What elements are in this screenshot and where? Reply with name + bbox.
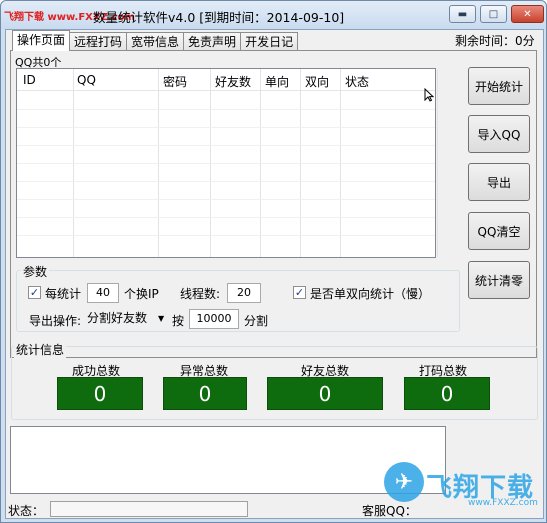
qq-table[interactable]: ID QQ 密码 好友数 单向 双向 状态	[16, 68, 438, 258]
maximize-button[interactable]: □	[480, 5, 507, 23]
title-bar: 飞翔下载 www.FXXZ.com 数量统计软件v4.0 [到期时间：2014-…	[1, 1, 546, 29]
captcha-total-value: 0	[404, 377, 490, 410]
watermark-url: www.FXXZ.com	[468, 498, 538, 508]
switch-ip-label: 个换IP	[124, 287, 159, 301]
single-double-checkbox[interactable]: ✓	[293, 286, 306, 299]
clear-stats-button[interactable]: 统计清零	[468, 261, 530, 299]
col-header-qq[interactable]: QQ	[77, 73, 96, 87]
col-header-two-way[interactable]: 双向	[305, 73, 329, 90]
checkmark-icon: ✓	[29, 286, 40, 299]
status-label: 状态：	[8, 504, 45, 518]
per-count-input[interactable]: 40	[87, 283, 119, 303]
row-divider	[17, 217, 435, 218]
threads-label: 线程数:	[180, 287, 221, 301]
row-divider	[17, 199, 435, 200]
export-button[interactable]: 导出	[468, 163, 530, 201]
split-input[interactable]: 10000	[189, 309, 239, 329]
tab-strip: 操作页面 远程打码 宽带信息 免责声明 开发日记	[12, 30, 299, 51]
remaining-time: 剩余时间：0分	[455, 34, 535, 48]
table-header: ID QQ 密码 好友数 单向 双向 状态	[17, 69, 435, 91]
stats-title: 统计信息	[14, 341, 67, 358]
support-qq-label: 客服QQ：	[362, 504, 417, 518]
by-label: 按	[172, 314, 185, 328]
close-button[interactable]: ✕	[511, 5, 544, 23]
col-header-friends[interactable]: 好友数	[215, 73, 251, 90]
col-header-one-way[interactable]: 单向	[265, 73, 289, 90]
row-divider	[17, 127, 435, 128]
export-mode-select[interactable]: 分割好友数 ▼	[87, 308, 167, 328]
app-window: 飞翔下载 www.FXXZ.com 数量统计软件v4.0 [到期时间：2014-…	[0, 0, 547, 523]
col-header-id[interactable]: ID	[23, 73, 36, 87]
tab-operation[interactable]: 操作页面	[12, 30, 71, 51]
import-qq-button[interactable]: 导入QQ	[468, 115, 530, 153]
window-title: 数量统计软件v4.0 [到期时间：2014-09-10]	[93, 10, 345, 25]
export-mode-value: 分割好友数	[87, 311, 148, 325]
col-header-status[interactable]: 状态	[345, 73, 369, 90]
friends-total-value: 0	[267, 377, 383, 410]
status-field	[50, 501, 248, 517]
per-count-label: 每统计	[45, 287, 82, 301]
row-divider	[17, 163, 435, 164]
close-icon: ✕	[523, 8, 532, 20]
row-divider	[17, 235, 435, 236]
per-count-checkbox[interactable]: ✓	[28, 286, 41, 299]
mouse-cursor-icon	[424, 88, 434, 102]
minimize-button[interactable]: ▬	[449, 5, 476, 23]
threads-input[interactable]: 20	[227, 283, 261, 303]
tab-broadband-info[interactable]: 宽带信息	[126, 32, 185, 51]
params-title: 参数	[21, 263, 50, 280]
row-divider	[17, 181, 435, 182]
tab-remote-captcha[interactable]: 远程打码	[69, 32, 128, 51]
single-double-label: 是否单双向统计（慢）	[310, 287, 431, 301]
clear-qq-button[interactable]: QQ清空	[468, 212, 530, 250]
col-header-password[interactable]: 密码	[163, 73, 187, 90]
row-divider	[17, 145, 435, 146]
split-label: 分割	[244, 314, 269, 328]
minimize-icon: ▬	[457, 8, 468, 20]
watermark-logo: ✈	[384, 462, 424, 502]
column-divider	[437, 69, 438, 257]
plane-icon: ✈	[394, 469, 414, 495]
tab-disclaimer[interactable]: 免责声明	[183, 32, 242, 51]
start-stats-button[interactable]: 开始统计	[468, 67, 530, 105]
log-textarea[interactable]	[10, 426, 446, 494]
row-divider	[17, 109, 435, 110]
client-area: 操作页面 远程打码 宽带信息 免责声明 开发日记 剩余时间：0分 QQ共0个 I…	[5, 29, 544, 519]
checkmark-icon: ✓	[294, 286, 305, 299]
tab-dev-log[interactable]: 开发日记	[240, 32, 299, 51]
chevron-down-icon: ▼	[158, 314, 165, 323]
export-op-label: 导出操作:	[29, 314, 82, 328]
maximize-icon: □	[488, 8, 499, 20]
error-total-value: 0	[163, 377, 247, 410]
success-total-value: 0	[57, 377, 143, 410]
